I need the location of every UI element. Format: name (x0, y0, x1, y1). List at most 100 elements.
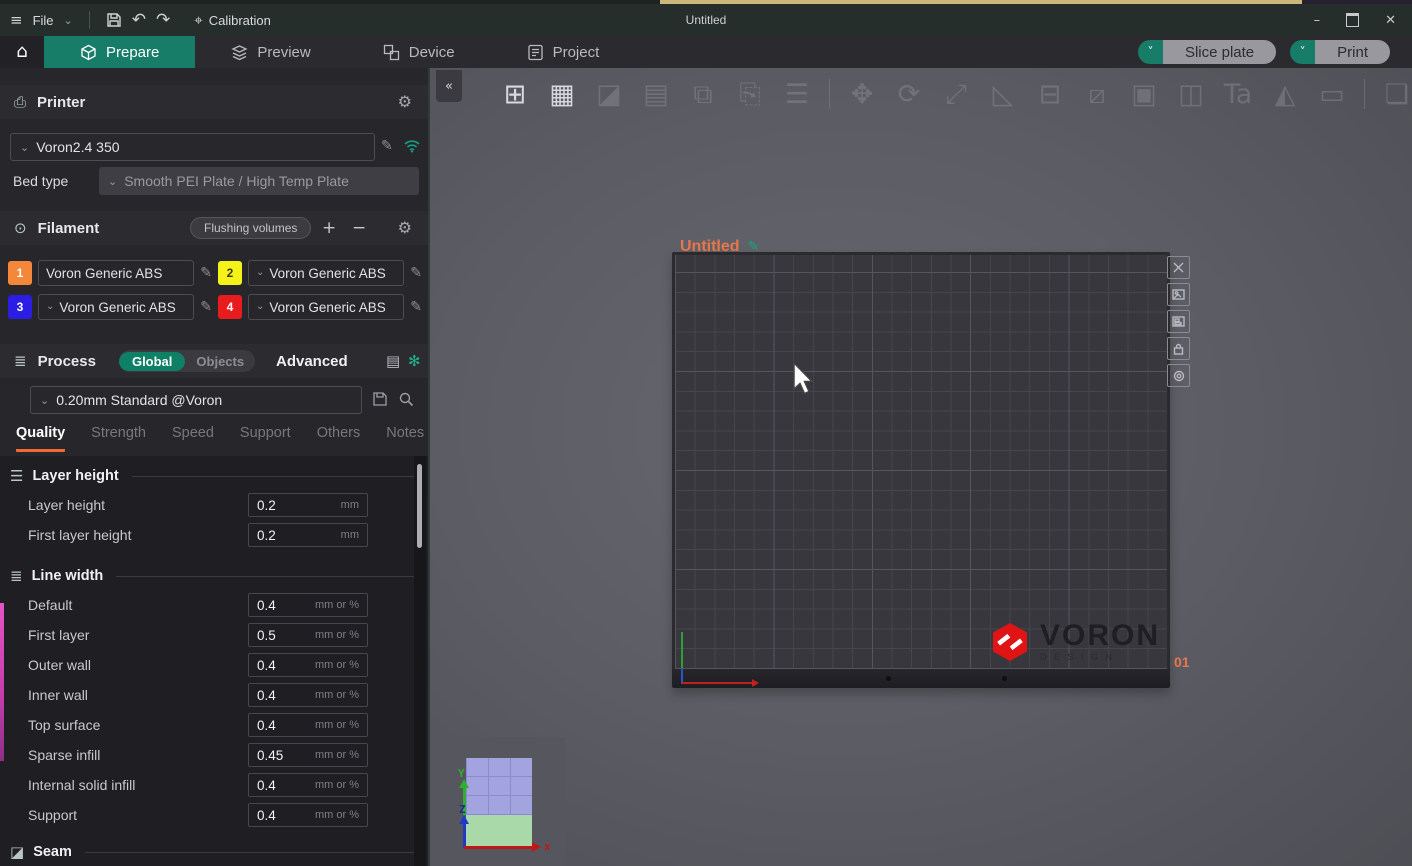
edit-filament-icon[interactable]: ✎ (200, 266, 212, 280)
home-button[interactable]: ⌂ (0, 36, 44, 68)
paint-icon[interactable]: ◭ (1266, 76, 1304, 112)
save-preset-icon[interactable] (372, 391, 388, 412)
edit-filament-icon[interactable]: ✎ (410, 300, 422, 314)
param-input[interactable]: 0.45mm or % (248, 743, 368, 767)
print-options-chevron-icon[interactable]: ˅ (1290, 40, 1315, 64)
close-button[interactable]: ✕ (1385, 14, 1396, 27)
delete-plate-icon[interactable] (1167, 256, 1190, 279)
flushing-volumes-button[interactable]: Flushing volumes (190, 217, 311, 239)
param-list-icon[interactable]: ▤ (386, 354, 400, 369)
params-scrollbar-thumb[interactable] (417, 464, 422, 548)
assembly-icon[interactable]: ❏ (1378, 76, 1412, 112)
tab-device[interactable]: Device (347, 36, 491, 68)
compare-params-icon[interactable]: ✻ (408, 354, 421, 369)
param-input[interactable]: 0.4mm or % (248, 593, 368, 617)
param-input[interactable]: 0.2mm (248, 523, 368, 547)
undo-icon[interactable]: ↶ (132, 12, 146, 29)
plate-buttons (1167, 256, 1190, 387)
param-input[interactable]: 0.4mm or % (248, 653, 368, 677)
move-icon[interactable]: ✥ (843, 76, 881, 112)
edit-printer-icon[interactable]: ✎ (381, 139, 393, 153)
save-icon[interactable] (106, 12, 122, 28)
process-tab-speed[interactable]: Speed (172, 425, 214, 452)
process-tab-notes[interactable]: Notes (386, 425, 424, 452)
tab-project[interactable]: Project (491, 36, 636, 68)
calibration-icon[interactable]: ⌖ (194, 13, 202, 28)
z-axis-arrowhead (459, 815, 469, 824)
tab-prepare[interactable]: Prepare (44, 36, 195, 68)
hamburger-icon[interactable]: ≡ (10, 13, 23, 28)
filament-color-swatch[interactable]: 4 (218, 295, 242, 319)
param-input[interactable]: 0.4mm or % (248, 803, 368, 827)
maximize-button[interactable] (1346, 13, 1359, 27)
calibration-label[interactable]: Calibration (209, 13, 271, 28)
filament-settings-gear-icon[interactable]: ⚙ (398, 220, 412, 236)
bed-type-select[interactable]: ⌄ Smooth PEI Plate / High Temp Plate (99, 167, 419, 195)
arrange-plate-icon[interactable] (1167, 310, 1190, 333)
process-tab-strength[interactable]: Strength (91, 425, 146, 452)
paste-icon[interactable]: ⎘ (731, 76, 769, 112)
param-value: 0.45 (257, 748, 315, 763)
param-label: Top surface (28, 717, 248, 733)
scale-icon[interactable]: ⤢ (937, 76, 975, 112)
process-tab-quality[interactable]: Quality (16, 425, 65, 452)
edit-filament-icon[interactable]: ✎ (200, 300, 212, 314)
print-button[interactable]: Print (1315, 40, 1390, 64)
file-menu[interactable]: File (33, 13, 54, 28)
scope-global-button[interactable]: Global (119, 352, 185, 371)
wifi-icon[interactable] (403, 138, 421, 158)
minimize-button[interactable]: – (1314, 14, 1321, 27)
scope-objects-button[interactable]: Objects (185, 352, 255, 371)
layers-icon[interactable]: ☰ (778, 76, 816, 112)
lay-flat-icon[interactable]: ◺ (984, 76, 1022, 112)
lock-plate-icon[interactable] (1167, 337, 1190, 360)
slice-options-chevron-icon[interactable]: ˅ (1138, 40, 1163, 64)
printer-icon: ⎙ (14, 95, 26, 110)
filament-select[interactable]: ⌄Voron Generic ABS (38, 294, 194, 320)
search-preset-icon[interactable] (398, 391, 414, 412)
tab-preview[interactable]: Preview (195, 36, 346, 68)
boolean-icon[interactable]: ◫ (1172, 76, 1210, 112)
param-input[interactable]: 0.5mm or % (248, 623, 368, 647)
edit-filament-icon[interactable]: ✎ (410, 266, 422, 280)
add-object-icon[interactable]: ⊞ (496, 76, 534, 112)
text-icon[interactable]: Ta (1219, 76, 1257, 112)
redo-icon[interactable]: ↷ (156, 12, 170, 29)
file-menu-chevron-icon[interactable]: ⌄ (64, 15, 73, 26)
remove-filament-icon[interactable]: − (352, 220, 366, 237)
rotate-icon[interactable]: ⟳ (890, 76, 928, 112)
slice-plate-button[interactable]: Slice plate (1163, 40, 1276, 64)
params-scrollbar[interactable] (414, 456, 426, 866)
filament-color-swatch[interactable]: 3 (8, 295, 32, 319)
plate-settings-icon[interactable] (1167, 364, 1190, 387)
color-icon[interactable]: ▣ (1125, 76, 1163, 112)
param-input[interactable]: 0.4mm or % (248, 773, 368, 797)
split-parts-icon[interactable]: ⧄ (1078, 76, 1116, 112)
split-objects-icon[interactable]: ⊟ (1031, 76, 1069, 112)
print-split-button: ˅ Print (1290, 40, 1390, 64)
add-filament-icon[interactable]: + (322, 220, 336, 237)
printer-settings-gear-icon[interactable]: ⚙ (398, 94, 412, 110)
param-input[interactable]: 0.4mm or % (248, 683, 368, 707)
copy-icon[interactable]: ⧉ (684, 76, 722, 112)
add-plate-icon[interactable]: ▦ (543, 76, 581, 112)
filament-color-swatch[interactable]: 1 (8, 261, 32, 285)
process-preset-select[interactable]: ⌄ 0.20mm Standard @Voron (30, 386, 362, 414)
viewport-toolbar: ⊞▦◪▤⧉⎘☰ ✥⟳⤢◺⊟⧄▣◫Ta◭▭ ❏ (496, 76, 1412, 112)
viewport-3d[interactable]: « ⊞▦◪▤⧉⎘☰✥⟳⤢◺⊟⧄▣◫Ta◭▭❏ Untitled ✎ (430, 68, 1412, 866)
arrange-icon[interactable]: ▤ (637, 76, 675, 112)
filament-select[interactable]: Voron Generic ABS (38, 260, 194, 286)
process-tab-others[interactable]: Others (317, 425, 361, 452)
measure-icon[interactable]: ▭ (1313, 76, 1351, 112)
filament-select[interactable]: ⌄Voron Generic ABS (248, 294, 404, 320)
param-input[interactable]: 0.4mm or % (248, 713, 368, 737)
filament-select[interactable]: ⌄Voron Generic ABS (248, 260, 404, 286)
orient-plate-icon[interactable] (1167, 283, 1190, 306)
build-plate[interactable]: VORON DESIGN (672, 252, 1170, 688)
process-tab-support[interactable]: Support (240, 425, 291, 452)
auto-orient-icon[interactable]: ◪ (590, 76, 628, 112)
collapse-sidebar-button[interactable]: « (436, 70, 462, 102)
filament-color-swatch[interactable]: 2 (218, 261, 242, 285)
printer-select[interactable]: ⌄ Voron2.4 350 (10, 133, 375, 161)
param-input[interactable]: 0.2mm (248, 493, 368, 517)
